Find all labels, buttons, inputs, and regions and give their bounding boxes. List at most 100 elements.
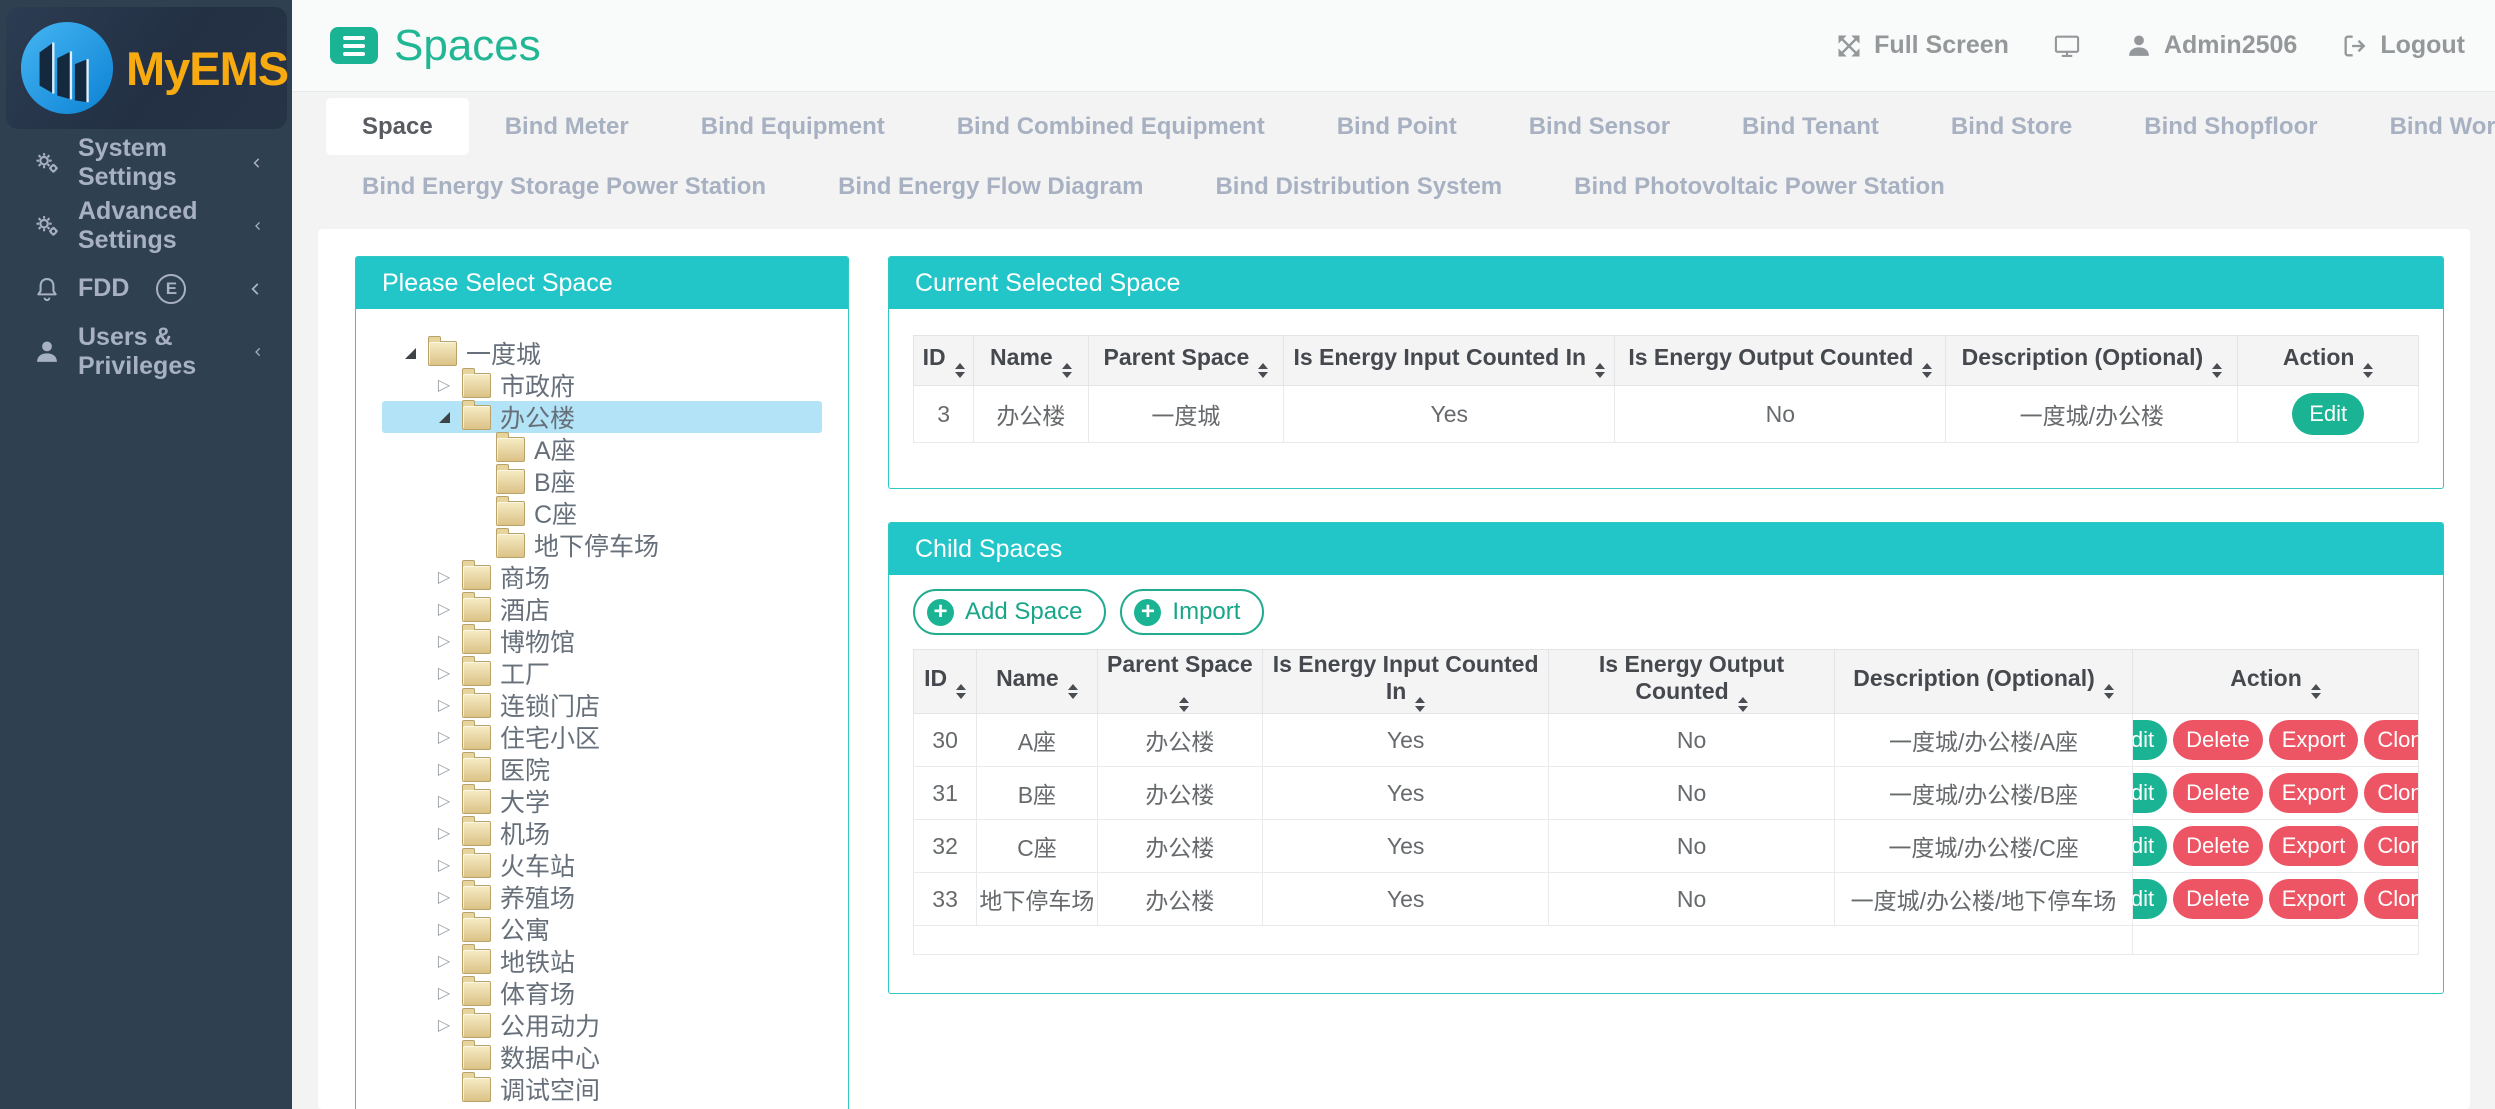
column-header-description[interactable]: Description (Optional) (1946, 336, 2238, 386)
tab-bind-sensor[interactable]: Bind Sensor (1493, 98, 1706, 155)
tree-node[interactable]: 医院 (382, 753, 822, 785)
logout-button[interactable]: Logout (2341, 31, 2465, 60)
user-menu[interactable]: Admin2506 (2125, 31, 2297, 60)
sidebar-item-advanced-settings[interactable]: Advanced Settings (0, 194, 292, 257)
import-button[interactable]: Import (1120, 589, 1264, 635)
caret-closed-icon[interactable] (428, 855, 460, 875)
tree-node-selected[interactable]: 办公楼 (382, 401, 822, 433)
tree-node[interactable]: 市政府 (382, 369, 822, 401)
caret-open-icon[interactable] (394, 348, 426, 359)
caret-closed-icon[interactable] (428, 919, 460, 939)
tree-node[interactable]: 机场 (382, 817, 822, 849)
caret-closed-icon[interactable] (428, 791, 460, 811)
tree-node[interactable]: 地下停车场 (382, 529, 822, 561)
caret-closed-icon[interactable] (428, 695, 460, 715)
column-header-parent-space[interactable]: Parent Space (1097, 650, 1263, 714)
caret-closed-icon[interactable] (428, 567, 460, 587)
tree-node[interactable]: 住宅小区 (382, 721, 822, 753)
sidebar-item-fdd[interactable]: FDD E (0, 257, 292, 320)
tree-node[interactable]: 公寓 (382, 913, 822, 945)
column-header-parent-space[interactable]: Parent Space (1088, 336, 1284, 386)
edit-button[interactable]: Edit (2133, 879, 2168, 919)
fullscreen-button[interactable]: Full Screen (1835, 31, 2009, 60)
tab-bind-combined-equipment[interactable]: Bind Combined Equipment (921, 98, 1301, 155)
tree-node[interactable]: 工厂 (382, 657, 822, 689)
tree-node[interactable]: 大学 (382, 785, 822, 817)
tree-node[interactable]: 公用动力 (382, 1009, 822, 1041)
edit-button[interactable]: Edit (2133, 826, 2168, 866)
sidebar-item-system-settings[interactable]: System Settings (0, 131, 292, 194)
delete-button[interactable]: Delete (2173, 826, 2263, 866)
display-toggle-button[interactable] (2053, 32, 2081, 60)
column-header-energy-output[interactable]: Is Energy Output Counted (1549, 650, 1835, 714)
clone-button[interactable]: Clone (2364, 773, 2418, 813)
export-button[interactable]: Export (2269, 879, 2359, 919)
column-header-action[interactable]: Action (2238, 336, 2419, 386)
tree-node[interactable]: 调试空间 (382, 1073, 822, 1105)
export-button[interactable]: Export (2269, 773, 2359, 813)
tab-space[interactable]: Space (326, 98, 469, 155)
tab-bind-point[interactable]: Bind Point (1301, 98, 1493, 155)
tree-node[interactable]: 博物馆 (382, 625, 822, 657)
menu-toggle-button[interactable] (330, 27, 378, 64)
caret-closed-icon[interactable] (428, 759, 460, 779)
clone-button[interactable]: Clone (2364, 826, 2418, 866)
export-button[interactable]: Export (2269, 826, 2359, 866)
edit-button[interactable]: Edit (2292, 393, 2364, 435)
tab-bind-equipment[interactable]: Bind Equipment (665, 98, 921, 155)
delete-button[interactable]: Delete (2173, 879, 2263, 919)
tree-node[interactable]: 数据中心 (382, 1041, 822, 1073)
column-header-energy-output[interactable]: Is Energy Output Counted (1615, 336, 1946, 386)
column-header-energy-input[interactable]: Is Energy Input Counted In (1263, 650, 1549, 714)
column-header-description[interactable]: Description (Optional) (1835, 650, 2133, 714)
export-button[interactable]: Export (2269, 720, 2359, 760)
delete-button[interactable]: Delete (2173, 720, 2263, 760)
caret-open-icon[interactable] (428, 412, 460, 423)
column-header-action[interactable]: Action (2133, 650, 2419, 714)
add-space-button[interactable]: Add Space (913, 589, 1106, 635)
tree-node[interactable]: 火车站 (382, 849, 822, 881)
column-header-name[interactable]: Name (974, 336, 1088, 386)
tree-node[interactable]: 一度城 (382, 337, 822, 369)
caret-closed-icon[interactable] (428, 823, 460, 843)
clone-button[interactable]: Clone (2364, 720, 2418, 760)
tab-bind-shopfloor[interactable]: Bind Shopfloor (2108, 98, 2353, 155)
tree-node[interactable]: 连锁门店 (382, 689, 822, 721)
tab-bind-store[interactable]: Bind Store (1915, 98, 2108, 155)
clone-button[interactable]: Clone (2364, 879, 2418, 919)
tab-bind-working-calendar[interactable]: Bind Working Calendar (2354, 98, 2495, 155)
edit-button[interactable]: Edit (2133, 773, 2168, 813)
tree-node[interactable]: 地铁站 (382, 945, 822, 977)
edit-button[interactable]: Edit (2133, 720, 2168, 760)
tree-node[interactable]: B座 (382, 465, 822, 497)
tree-node[interactable]: 体育场 (382, 977, 822, 1009)
tab-bar: Space Bind Meter Bind Equipment Bind Com… (292, 92, 2495, 229)
caret-closed-icon[interactable] (428, 631, 460, 651)
sidebar-item-users-privileges[interactable]: Users & Privileges (0, 320, 292, 383)
caret-closed-icon[interactable] (428, 983, 460, 1003)
tree-node[interactable]: 养殖场 (382, 881, 822, 913)
caret-closed-icon[interactable] (428, 727, 460, 747)
caret-closed-icon[interactable] (428, 599, 460, 619)
tree-node[interactable]: C座 (382, 497, 822, 529)
tab-bind-distribution-system[interactable]: Bind Distribution System (1179, 158, 1538, 215)
description-cell: 一度城/办公楼 (1946, 386, 2238, 443)
tab-bind-photovoltaic-power-station[interactable]: Bind Photovoltaic Power Station (1538, 158, 1981, 215)
caret-closed-icon[interactable] (428, 375, 460, 395)
tab-bind-meter[interactable]: Bind Meter (469, 98, 665, 155)
caret-closed-icon[interactable] (428, 887, 460, 907)
column-header-id[interactable]: ID (914, 336, 974, 386)
caret-closed-icon[interactable] (428, 951, 460, 971)
tree-node[interactable]: A座 (382, 433, 822, 465)
tab-bind-tenant[interactable]: Bind Tenant (1706, 98, 1915, 155)
column-header-energy-input[interactable]: Is Energy Input Counted In (1284, 336, 1615, 386)
column-header-name[interactable]: Name (977, 650, 1097, 714)
tree-node[interactable]: 商场 (382, 561, 822, 593)
column-header-id[interactable]: ID (914, 650, 977, 714)
delete-button[interactable]: Delete (2173, 773, 2263, 813)
caret-closed-icon[interactable] (428, 663, 460, 683)
tab-bind-energy-flow-diagram[interactable]: Bind Energy Flow Diagram (802, 158, 1179, 215)
tree-node[interactable]: 酒店 (382, 593, 822, 625)
caret-closed-icon[interactable] (428, 1015, 460, 1035)
tab-bind-energy-storage-power-station[interactable]: Bind Energy Storage Power Station (326, 158, 802, 215)
